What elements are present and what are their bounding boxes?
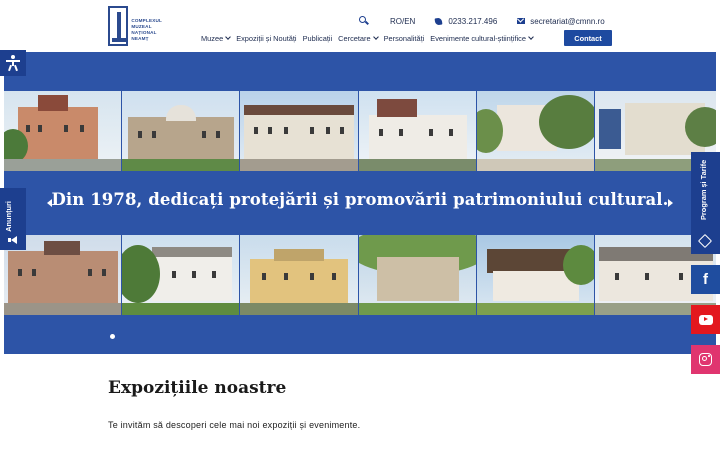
museum-photo <box>4 91 122 171</box>
nav-item-expozitii[interactable]: Expoziții și Noutăți <box>236 34 296 43</box>
logo-text: COMPLEXUL MUZEAL NAȚIONAL NEAMȚ <box>131 18 162 41</box>
museum-photo <box>358 91 476 171</box>
museum-photo <box>122 235 240 315</box>
logo-emblem <box>108 6 129 46</box>
accessibility-icon <box>6 55 20 72</box>
instagram-icon <box>699 353 712 366</box>
nav-item-publicatii[interactable]: Publicații <box>303 34 333 43</box>
announcements-label: Anunțuri <box>4 201 13 232</box>
slider-next-button[interactable] <box>661 194 679 212</box>
nav-item-evenimente[interactable]: Evenimente cultural-științifice <box>430 33 534 43</box>
email-address: secretariat@cmnn.ro <box>530 16 605 26</box>
museum-photo <box>122 91 240 171</box>
chevron-right-icon <box>667 199 673 207</box>
museum-logo[interactable]: COMPLEXUL MUZEAL NAȚIONAL NEAMȚ <box>108 6 162 48</box>
email-contact[interactable]: secretariat@cmnn.ro <box>517 16 605 26</box>
hero-tagline: Din 1978, dedicați protejării și promovă… <box>51 190 669 209</box>
language-switch[interactable]: RO/EN <box>390 17 415 26</box>
museum-photo <box>240 235 358 315</box>
announcements-tab[interactable]: Anunțuri <box>0 188 26 250</box>
contact-button[interactable]: Contact <box>564 30 612 46</box>
youtube-button[interactable] <box>691 305 720 334</box>
mail-icon <box>517 18 526 24</box>
search-icon[interactable] <box>356 14 370 28</box>
museum-photo <box>358 235 476 315</box>
photo-row-bottom <box>4 235 716 315</box>
ticket-icon <box>697 233 713 249</box>
phone-contact[interactable]: 0233.217.496 <box>434 16 498 26</box>
facebook-icon: f <box>703 271 708 288</box>
chevron-down-icon <box>528 33 534 40</box>
chevron-down-icon <box>372 33 379 40</box>
photo-row-top <box>4 91 716 171</box>
chevron-down-icon <box>225 33 232 40</box>
accessibility-button[interactable] <box>0 50 26 76</box>
museum-photo <box>476 235 594 315</box>
section-subtitle: Te invităm să descoperi cele mai noi exp… <box>108 420 361 430</box>
slider-dot[interactable] <box>110 334 115 339</box>
museum-photo <box>240 91 358 171</box>
program-label: Program și Tarife <box>699 160 708 221</box>
museum-photo <box>476 91 594 171</box>
nav-item-muzee[interactable]: Muzee <box>201 33 232 43</box>
youtube-icon <box>698 314 713 325</box>
nav-item-cercetare[interactable]: Cercetare <box>338 33 379 43</box>
main-nav: Muzee Expoziții și Noutăți Publicații Ce… <box>201 30 539 46</box>
facebook-button[interactable]: f <box>691 265 720 294</box>
phone-number: 0233.217.496 <box>448 16 498 26</box>
section-title: Expozițiile noastre <box>108 378 287 398</box>
phone-icon <box>434 17 443 25</box>
instagram-button[interactable] <box>691 345 720 374</box>
hero-slider: Din 1978, dedicați protejării și promovă… <box>4 52 716 354</box>
nav-item-personalitati[interactable]: Personalități <box>384 34 425 43</box>
chevron-left-icon <box>46 199 52 207</box>
program-tab[interactable]: Program și Tarife <box>691 152 720 254</box>
top-bar: RO/EN 0233.217.496 secretariat@cmnn.ro <box>356 14 605 28</box>
megaphone-icon <box>8 236 18 244</box>
slider-prev-button[interactable] <box>40 194 58 212</box>
